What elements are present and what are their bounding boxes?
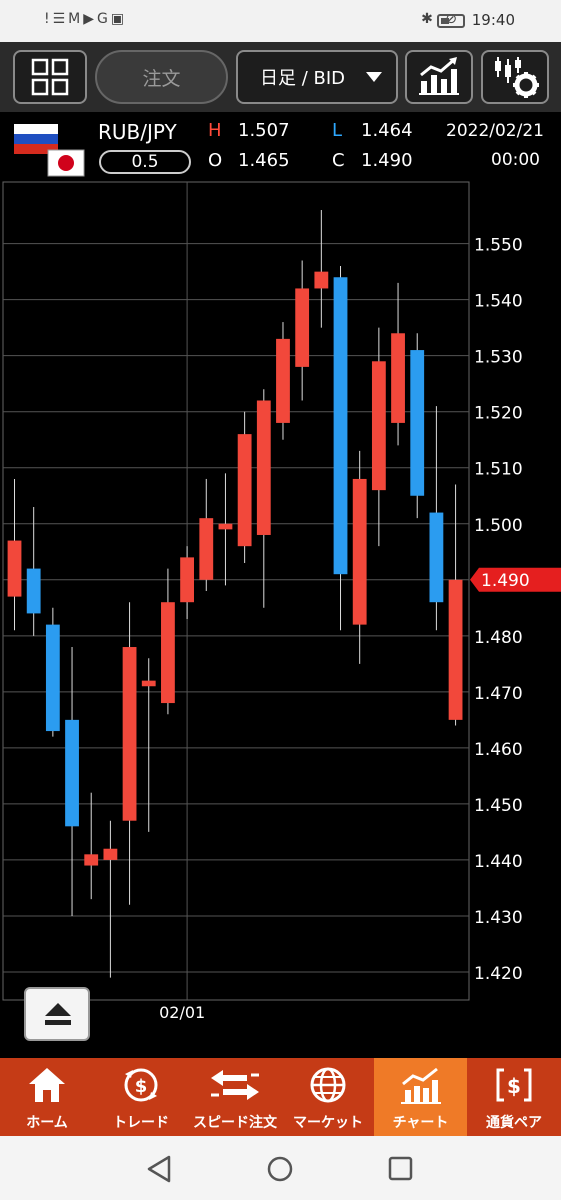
low-label: L xyxy=(332,120,343,141)
close-label: C xyxy=(332,150,345,171)
nav-home[interactable]: ホーム xyxy=(0,1058,94,1136)
candle-up xyxy=(391,333,405,423)
x-tick-label: 02/01 xyxy=(159,1003,205,1022)
candle-down xyxy=(410,350,425,496)
y-tick-label: 1.450 xyxy=(474,796,523,816)
plot-frame xyxy=(2,181,470,1001)
back-icon[interactable] xyxy=(145,1154,175,1184)
eject-icon xyxy=(45,1003,71,1016)
candle-down xyxy=(26,568,41,614)
chart-icon xyxy=(400,1067,441,1104)
nav-label: スピード注文 xyxy=(193,1115,277,1131)
nav-chart[interactable]: チャート xyxy=(374,1058,467,1136)
collapse-panel-button[interactable] xyxy=(24,987,90,1041)
currency-pair: RUB/JPY xyxy=(98,120,177,144)
nav-trade[interactable]: $ トレード xyxy=(94,1058,188,1136)
low-value: 1.464 xyxy=(361,120,413,141)
period-label: 日足 / BID xyxy=(260,68,346,89)
high-value: 1.507 xyxy=(238,120,290,141)
open-label: O xyxy=(208,150,223,171)
candle-up xyxy=(276,338,290,423)
candle-up xyxy=(448,579,463,720)
chevron-down-icon xyxy=(366,72,382,82)
y-tick-label: 1.460 xyxy=(474,740,523,760)
trade-icon: $ xyxy=(124,1068,158,1102)
quote-info-panel: RUB/JPY 0.5 H 1.507 L 1.464 2022/02/21 O… xyxy=(0,112,561,180)
recents-icon[interactable] xyxy=(386,1154,416,1184)
close-value: 1.490 xyxy=(361,150,413,171)
candle-up xyxy=(103,848,118,860)
toolbar: 注文 日足 / BID xyxy=(0,42,561,112)
candle-down xyxy=(65,719,79,827)
high-label: H xyxy=(208,120,222,141)
y-tick-label: 1.540 xyxy=(474,292,523,312)
candle-up xyxy=(295,288,310,367)
candle-up xyxy=(180,557,195,603)
y-tick-label: 1.510 xyxy=(474,460,523,480)
y-tick-label: 1.530 xyxy=(474,348,523,368)
candle-up xyxy=(7,540,22,597)
y-tick-label: 1.550 xyxy=(474,236,523,256)
svg-text:$: $ xyxy=(135,1076,148,1097)
candle-up xyxy=(352,478,367,625)
candle-up xyxy=(199,518,214,580)
nav-label: トレード xyxy=(113,1115,169,1131)
candle-up xyxy=(371,361,386,491)
nav-label: ホーム xyxy=(26,1115,68,1131)
quote-time: 00:00 xyxy=(491,150,540,170)
chart-settings-button[interactable] xyxy=(481,50,549,104)
status-bar: !☰M▶G▣ ✱ ⊘ 19:40 xyxy=(0,0,561,42)
order-button[interactable]: 注文 xyxy=(95,50,228,104)
nav-currency-pair[interactable]: $ 通貨ペア xyxy=(467,1058,561,1136)
nav-label: 通貨ペア xyxy=(486,1115,542,1131)
battery-icon xyxy=(437,14,465,28)
chart-style-button[interactable] xyxy=(405,50,473,104)
candle-up xyxy=(237,434,252,547)
open-value: 1.465 xyxy=(238,150,290,171)
system-navigation-bar xyxy=(0,1136,561,1200)
nav-market[interactable]: マーケット xyxy=(282,1058,374,1136)
quote-date: 2022/02/21 xyxy=(446,121,544,141)
svg-text:$: $ xyxy=(507,1074,521,1098)
nav-label: マーケット xyxy=(293,1115,363,1131)
candle-up xyxy=(218,523,233,530)
currency-pair-icon: $ xyxy=(496,1068,532,1102)
y-tick-label: 1.420 xyxy=(474,964,523,984)
nav-speed-order[interactable]: スピード注文 xyxy=(188,1058,282,1136)
chart-canvas[interactable]: 1.550 1.540 1.530 1.520 1.510 1.500 1.480 1.470… xyxy=(0,180,561,1060)
candle-up xyxy=(84,854,99,866)
candlestick-gear-icon xyxy=(495,57,539,98)
candle-up xyxy=(122,647,137,821)
candle-up xyxy=(141,680,156,687)
home-icon xyxy=(29,1068,65,1102)
y-tick-label: 1.470 xyxy=(474,684,523,704)
candle-down xyxy=(333,277,348,575)
globe-icon xyxy=(310,1067,346,1103)
nav-label: チャート xyxy=(392,1115,449,1131)
speed-order-icon xyxy=(211,1070,259,1100)
y-tick-label: 1.440 xyxy=(474,852,523,872)
candlestick-chart[interactable]: 1.550 1.540 1.530 1.520 1.510 1.500 1.480 1.470… xyxy=(0,180,561,1060)
period-select[interactable]: 日足 / BID xyxy=(236,50,398,104)
y-tick-label: 1.500 xyxy=(474,516,523,536)
menu-grid-button[interactable] xyxy=(13,50,87,104)
candle-up xyxy=(314,271,329,289)
current-price-label: 1.490 xyxy=(481,571,530,591)
home-circle-icon[interactable] xyxy=(265,1154,295,1184)
candle-up xyxy=(256,400,271,535)
candle-down xyxy=(429,512,444,603)
currency-flags-icon xyxy=(14,124,85,177)
status-time: 19:40 xyxy=(471,11,515,29)
lot-size-field[interactable]: 0.5 xyxy=(99,150,191,174)
bar-chart-trend-icon xyxy=(419,57,459,95)
status-icons-left: !☰M▶G▣ xyxy=(44,11,128,27)
candle-down xyxy=(45,624,60,732)
y-tick-label: 1.480 xyxy=(474,628,523,648)
grid-icon xyxy=(31,58,69,96)
y-tick-label: 1.520 xyxy=(474,404,523,424)
y-tick-label: 1.430 xyxy=(474,908,523,928)
bottom-nav: ホーム $ トレード スピード注文 マーケット チャート $ 通貨ペア xyxy=(0,1058,561,1136)
candle-up xyxy=(161,602,175,704)
